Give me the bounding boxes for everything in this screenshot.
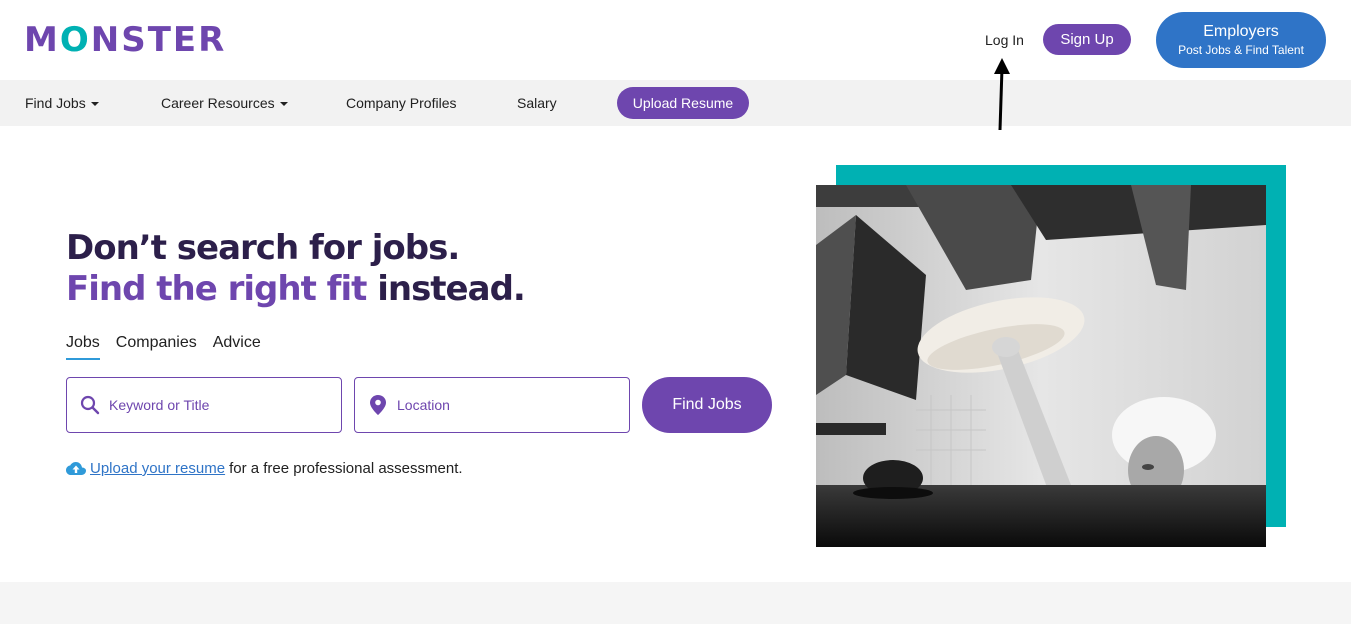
login-link[interactable]: Log In: [985, 30, 1024, 50]
employers-button[interactable]: Employers Post Jobs & Find Talent: [1156, 12, 1326, 68]
nav-find-jobs[interactable]: Find Jobs: [25, 80, 99, 126]
headline-rest: instead.: [366, 269, 526, 309]
upload-resume-link[interactable]: Upload your resume: [90, 459, 225, 479]
headline-highlight: Find the right fit: [66, 269, 367, 309]
headline-line-1: Don’t search for jobs.: [66, 228, 460, 268]
logo-wordmark: MONSTER: [24, 20, 227, 60]
map-pin-icon: [368, 395, 388, 415]
nav-company-profiles-label: Company Profiles: [346, 95, 457, 111]
headline-line-2: Find the right fit instead.: [66, 269, 526, 310]
nav-find-jobs-label: Find Jobs: [25, 95, 86, 111]
upload-resume-prompt: Upload your resume for a free profession…: [66, 459, 463, 479]
site-header: MONSTER Log In Sign Up Employers Post Jo…: [0, 0, 1351, 80]
caret-down-icon: [279, 102, 288, 106]
employers-subtitle: Post Jobs & Find Talent: [1178, 43, 1304, 57]
cloud-upload-icon: [66, 462, 86, 475]
nav-salary[interactable]: Salary: [517, 80, 557, 126]
nav-salary-label: Salary: [517, 95, 557, 111]
keyword-field[interactable]: [66, 377, 342, 433]
keyword-input[interactable]: [109, 397, 329, 413]
location-field[interactable]: [354, 377, 630, 433]
tab-jobs[interactable]: Jobs: [66, 334, 100, 360]
hero-headline: Don’t search for jobs. Find the right fi…: [66, 228, 526, 310]
monster-logo[interactable]: MONSTER: [24, 22, 226, 58]
find-jobs-button[interactable]: Find Jobs: [642, 377, 772, 433]
search-icon: [80, 395, 100, 415]
caret-down-icon: [90, 102, 99, 106]
upload-resume-button[interactable]: Upload Resume: [617, 87, 749, 119]
location-input[interactable]: [397, 397, 617, 413]
main-nav: Find Jobs Career Resources Company Profi…: [0, 80, 1351, 126]
search-tabs: Jobs Companies Advice: [66, 334, 261, 360]
nav-company-profiles[interactable]: Company Profiles: [346, 80, 457, 126]
upload-resume-text: for a free professional assessment.: [229, 460, 463, 477]
annotation-arrow-icon: [994, 58, 1010, 131]
employers-title: Employers: [1203, 23, 1279, 40]
nav-career-resources-label: Career Resources: [161, 95, 275, 111]
signup-button[interactable]: Sign Up: [1043, 24, 1131, 55]
nav-career-resources[interactable]: Career Resources: [161, 80, 288, 126]
tab-companies[interactable]: Companies: [116, 334, 197, 360]
footer-section: [0, 582, 1351, 624]
tab-advice[interactable]: Advice: [213, 334, 261, 360]
hero-photo-chef-tossing-dough: [816, 185, 1266, 547]
